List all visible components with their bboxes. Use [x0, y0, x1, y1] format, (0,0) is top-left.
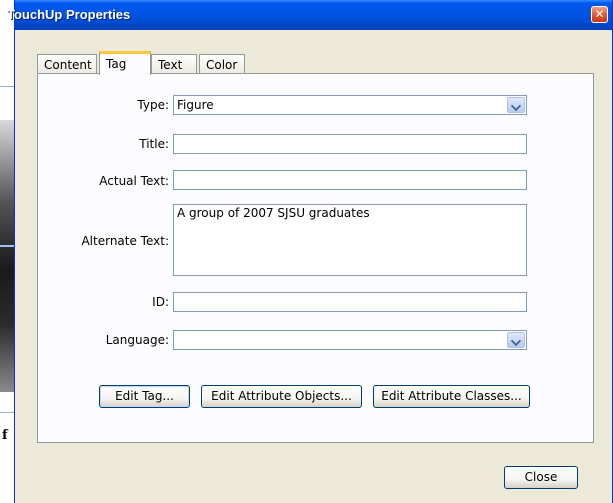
window-title: TouchUp Properties	[7, 7, 131, 22]
touchup-properties-dialog: TouchUp Properties ✕ Content Tag Text Co…	[7, 0, 613, 503]
background-photo	[0, 120, 14, 392]
title-field[interactable]	[173, 134, 527, 154]
tab-color[interactable]: Color	[199, 54, 245, 74]
background-document: f	[0, 0, 14, 503]
background-text: f	[2, 428, 8, 443]
type-dropdown[interactable]: Figure	[173, 95, 527, 115]
background-divider	[0, 86, 14, 87]
edit-attribute-classes-button[interactable]: Edit Attribute Classes...	[373, 385, 530, 408]
close-button[interactable]: Close	[504, 466, 578, 489]
actual-text-field[interactable]	[173, 170, 527, 190]
alternate-text-label: Alternate Text:	[81, 234, 169, 248]
tab-text[interactable]: Text	[151, 54, 197, 74]
type-label: Type:	[137, 98, 169, 112]
tab-content[interactable]: Content	[37, 54, 97, 74]
background-divider	[0, 412, 14, 413]
alternate-text-field[interactable]: A group of 2007 SJSU graduates	[173, 204, 527, 276]
chevron-down-icon[interactable]	[507, 332, 525, 348]
chevron-down-icon[interactable]	[507, 97, 525, 113]
edit-tag-button[interactable]: Edit Tag...	[99, 385, 190, 408]
language-dropdown[interactable]	[173, 330, 527, 350]
tag-panel: Type: Figure Title: Actual Text: Alterna…	[37, 73, 594, 443]
type-value: Figure	[177, 98, 214, 112]
close-icon[interactable]: ✕	[591, 6, 608, 23]
background-divider	[0, 245, 14, 247]
edit-attribute-objects-button[interactable]: Edit Attribute Objects...	[201, 385, 362, 408]
title-label: Title:	[139, 137, 169, 151]
language-label: Language:	[105, 333, 169, 347]
id-field[interactable]	[173, 292, 527, 312]
tab-tag[interactable]: Tag	[99, 51, 151, 75]
actual-text-label: Actual Text:	[99, 174, 169, 188]
title-bar[interactable]: TouchUp Properties ✕	[7, 0, 612, 30]
id-label: ID:	[152, 295, 169, 309]
